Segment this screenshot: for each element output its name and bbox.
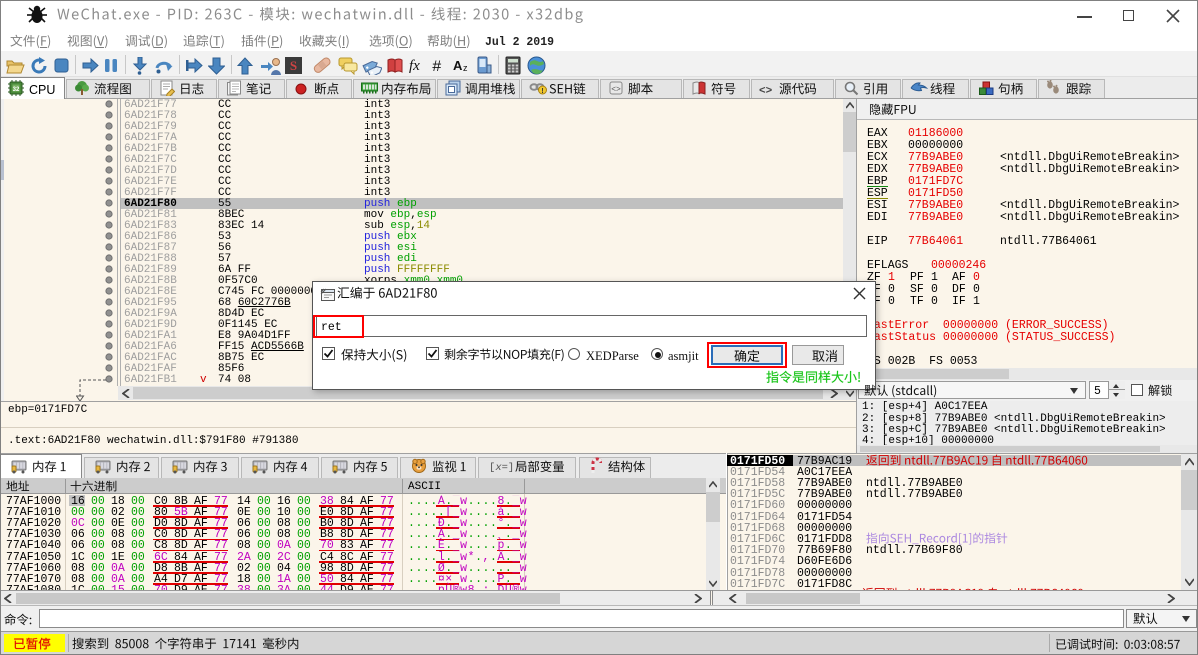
svg-text:32: 32 [13,87,20,93]
svg-text:S: S [290,58,297,73]
svg-text:fx: fx [409,58,420,74]
svg-text:<>: <> [759,86,773,97]
svg-text:!: ! [541,88,543,95]
svg-text:#: # [432,58,442,75]
svg-text:z: z [463,63,468,73]
svg-text:A: A [453,58,463,73]
svg-text:<>: <> [611,86,621,95]
